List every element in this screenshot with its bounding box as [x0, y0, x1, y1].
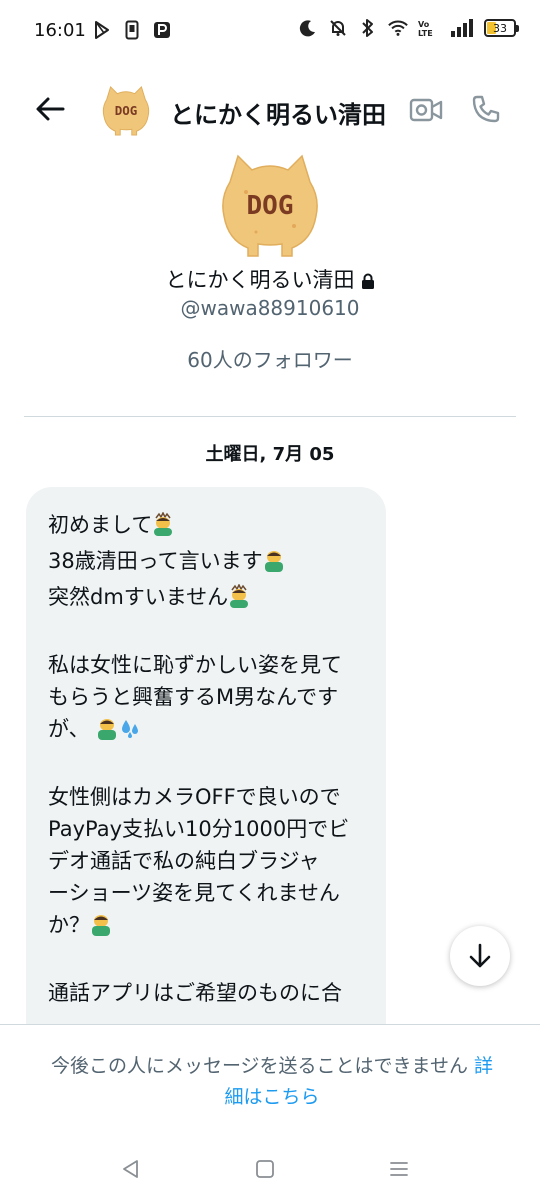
man-bowing-emoji-icon	[96, 716, 118, 749]
man-bowing-emoji-icon	[90, 912, 112, 945]
profile-avatar-text: DOG	[247, 191, 294, 221]
status-bar: 16:01 Vo LTE 33	[0, 0, 540, 62]
man-bowing-emoji-icon	[152, 511, 174, 545]
triangle-back-icon	[123, 1160, 138, 1178]
status-time: 16:01	[34, 20, 86, 41]
sweat-droplets-emoji-icon	[118, 716, 142, 749]
lock-icon	[361, 270, 375, 294]
menu-lines-icon	[390, 1162, 408, 1176]
profile-handle[interactable]: @wawa88910610	[0, 296, 540, 320]
svg-text:Vo: Vo	[418, 20, 430, 29]
nav-home-button[interactable]	[250, 1154, 280, 1184]
signal-icon	[450, 18, 474, 38]
message-line: か？	[48, 909, 364, 945]
header-avatar[interactable]: DOG	[100, 85, 152, 137]
status-right-icons: Vo LTE 33	[298, 18, 519, 38]
message-gap	[48, 749, 364, 781]
message-line: ーショーツ姿を見てくれません	[48, 881, 340, 905]
message-line: 初めまして	[48, 509, 364, 545]
nav-recents-button[interactable]	[384, 1154, 414, 1184]
scroll-to-bottom-button[interactable]	[450, 926, 510, 986]
voice-call-button[interactable]	[466, 89, 506, 129]
profile-name-text: とにかく明るい清田	[165, 268, 355, 292]
back-button[interactable]	[30, 89, 70, 129]
play-store-icon	[92, 20, 112, 40]
message-gap	[48, 945, 364, 977]
moon-icon	[298, 18, 318, 38]
date-separator: 土曜日, 7月 05	[205, 444, 335, 465]
nav-back-button[interactable]	[116, 1154, 146, 1184]
conversation-title[interactable]: とにかく明るい清田	[170, 95, 398, 130]
learn-more-link[interactable]: 細はこちら	[224, 1086, 319, 1108]
message-line: 突然dmすいません	[48, 581, 364, 617]
bluetooth-icon	[358, 18, 378, 38]
video-camera-icon	[409, 98, 443, 122]
message-line: 通話アプリはご希望のものに合	[48, 981, 342, 1005]
conversation-header: DOG とにかく明るい清田	[0, 75, 540, 141]
wifi-icon	[388, 18, 408, 38]
message-line: PayPay支払い10分1000円でビ	[48, 817, 350, 841]
arrow-down-icon	[469, 943, 491, 968]
message-line: デオ通話で私の純白ブラジャ	[48, 849, 320, 873]
volte-icon: Vo LTE	[418, 18, 440, 38]
divider	[24, 416, 516, 417]
phone-app-icon	[122, 20, 142, 40]
square-home-icon	[256, 1160, 274, 1178]
arrow-left-icon	[36, 97, 65, 121]
man-bowing-emoji-icon	[263, 548, 285, 581]
paypay-icon	[152, 20, 172, 40]
status-left-icons	[92, 20, 172, 40]
battery-indicator: 33	[484, 19, 519, 37]
header-avatar-text: DOG	[115, 103, 138, 118]
notice-text: 今後この人にメッセージを送ることはできません	[50, 1055, 468, 1077]
battery-level: 33	[493, 21, 507, 35]
message-bubble[interactable]: 初めまして 38歳清田って言います 突然dmすいません 私は女性に恥ずかしい姿を…	[26, 487, 386, 1047]
system-navigation-bar	[0, 1134, 540, 1200]
man-bowing-emoji-icon	[228, 583, 250, 617]
dm-disabled-notice: 今後この人にメッセージを送ることはできません 詳 細はこちら	[0, 1024, 540, 1134]
message-line: 私は女性に恥ずかしい姿を見て	[48, 653, 342, 677]
profile-followers[interactable]: 60人のフォロワー	[0, 344, 540, 373]
profile-avatar[interactable]: DOG	[216, 152, 324, 260]
message-gap	[48, 617, 364, 649]
mute-icon	[328, 18, 348, 38]
message-line: もらうと興奮するM男なんです	[48, 685, 339, 709]
profile-name[interactable]: とにかく明るい清田	[0, 264, 540, 294]
message-line: 女性側はカメラOFFで良いので	[48, 785, 341, 809]
message-line: 38歳清田って言います	[48, 545, 364, 581]
learn-more-link[interactable]: 詳	[474, 1055, 493, 1077]
message-line: が、	[48, 713, 364, 749]
svg-text:LTE: LTE	[418, 29, 433, 37]
video-call-button[interactable]	[406, 93, 446, 127]
phone-icon	[472, 95, 500, 123]
notice-text-block: 今後この人にメッセージを送ることはできません 詳 細はこちら	[22, 1051, 522, 1113]
